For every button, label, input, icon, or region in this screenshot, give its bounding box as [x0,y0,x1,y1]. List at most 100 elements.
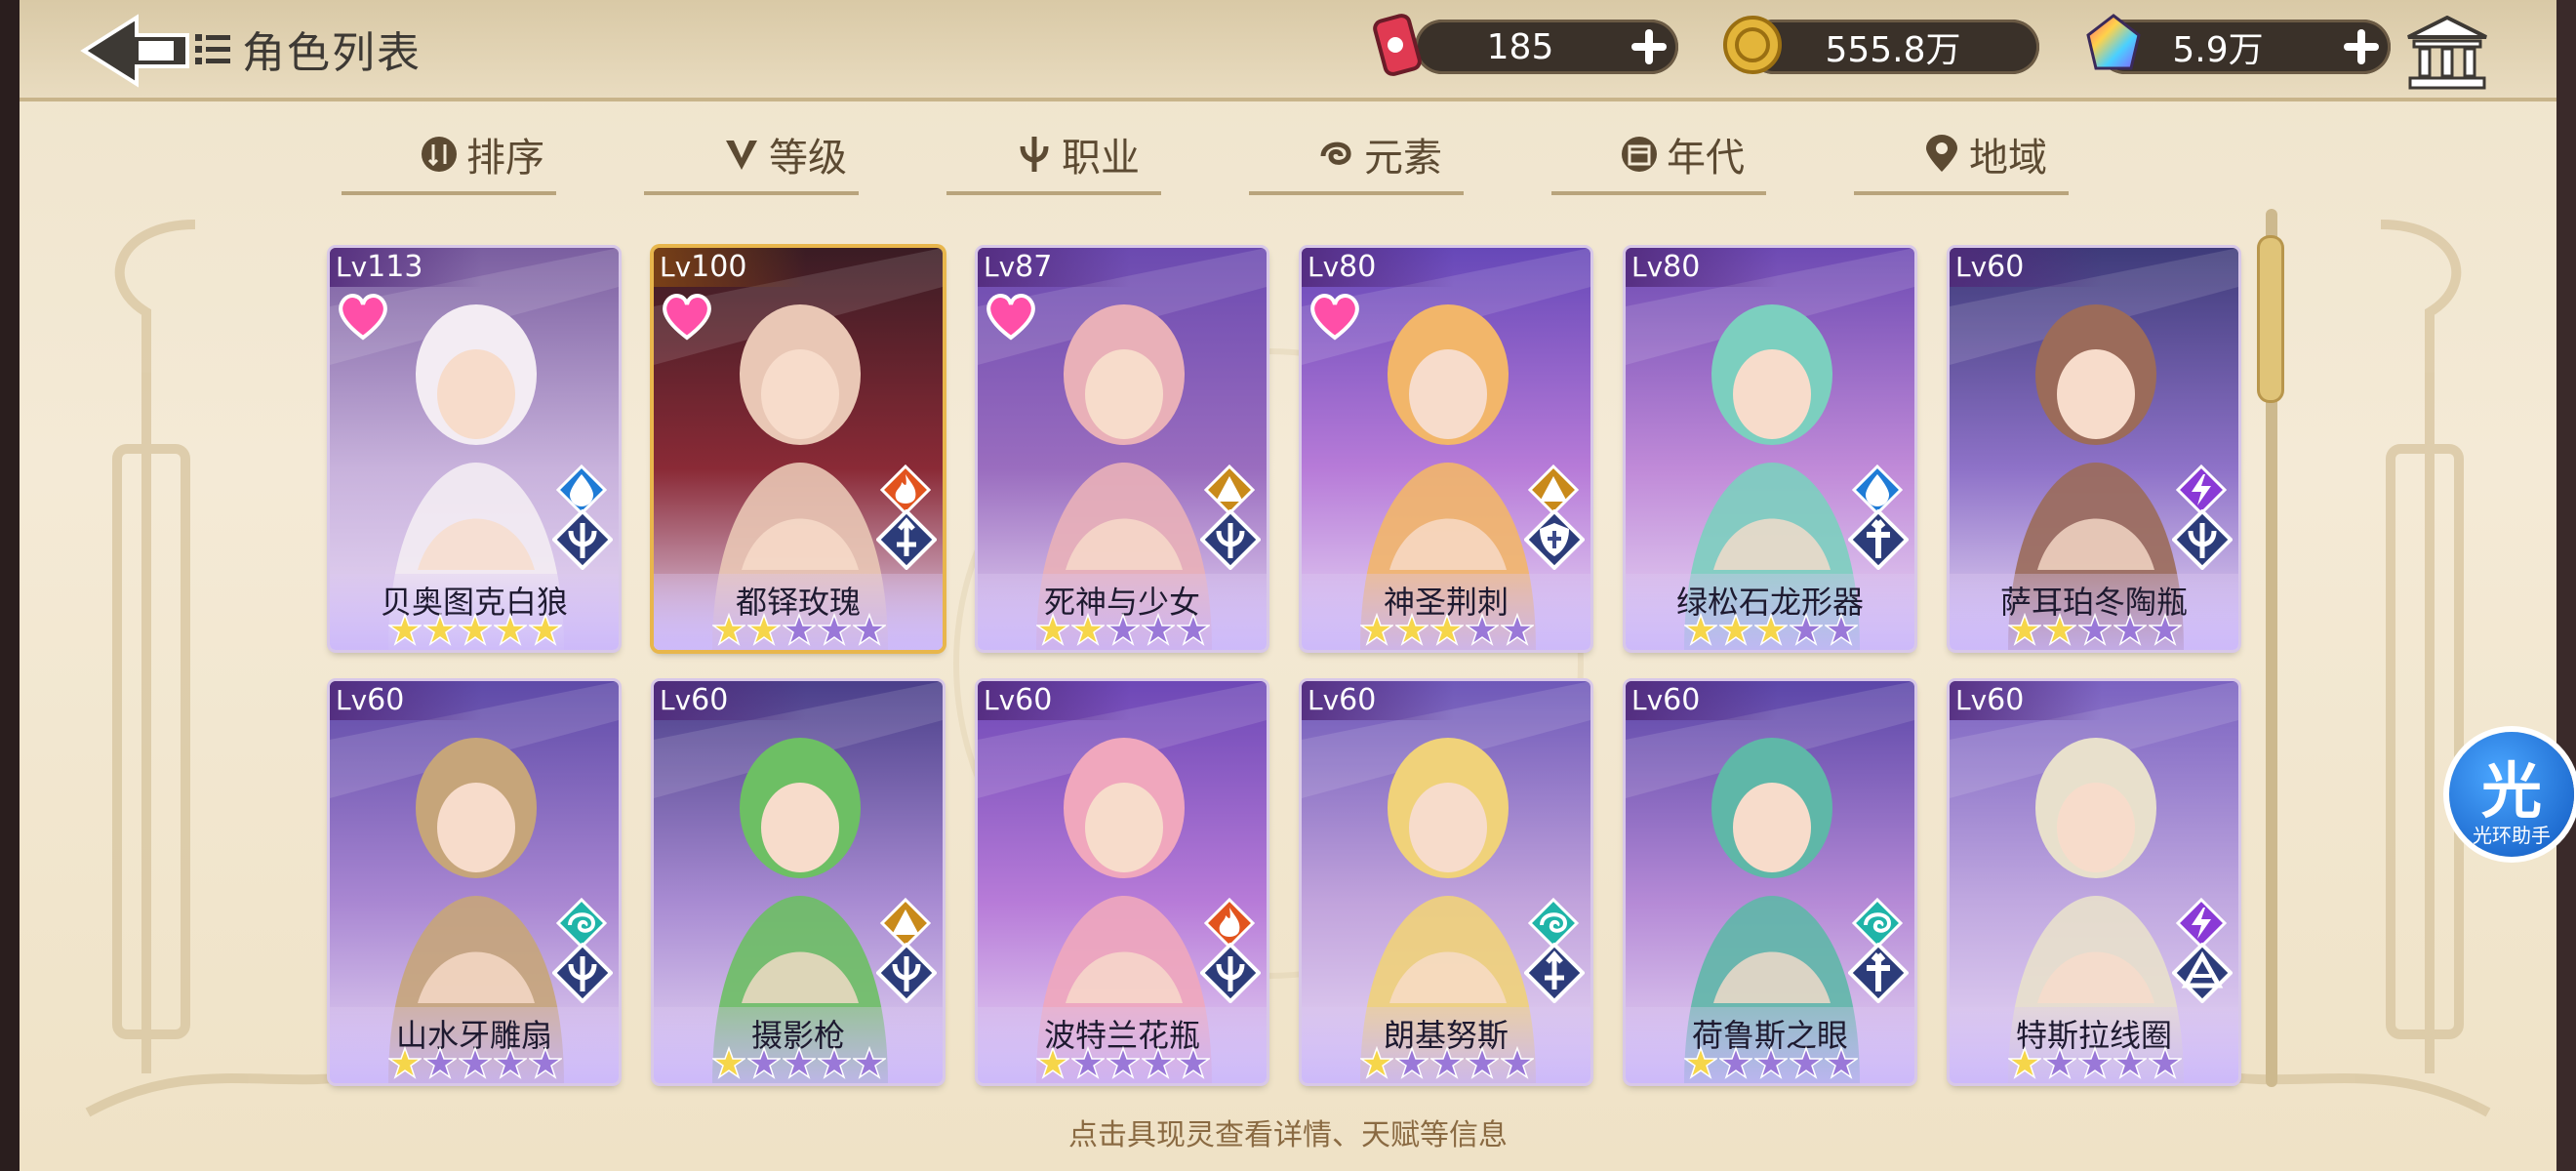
list-icon [195,34,230,64]
filter-element-label: 元素 [1364,136,1442,181]
star-empty-icon [2149,1046,2182,1079]
character-card[interactable]: Lv60 山水牙雕扇 [330,681,619,1083]
stamina-counter[interactable]: 185 [1415,20,1678,74]
level-value: 80 [1663,250,1701,284]
star-rating [1036,613,1212,646]
star-empty-icon [1107,1046,1140,1079]
helper-float-button[interactable]: 光 光环助手 [2449,732,2574,857]
character-card[interactable]: Lv60 特斯拉线圈 [1950,681,2238,1083]
character-card[interactable]: Lv60 荷鲁斯之眼 [1626,681,1914,1083]
level-value: 87 [1015,250,1053,284]
back-arrow-icon[interactable] [78,14,195,88]
element-swirl-icon [1320,141,1351,165]
character-card[interactable]: Lv100 都铎玫瑰 [654,248,943,650]
star-filled-icon [1430,613,1464,646]
level-value: 100 [691,250,747,284]
filter-sort[interactable]: 排序 [420,125,544,183]
star-empty-icon [783,613,816,646]
add-stamina-button[interactable] [1626,23,1672,70]
star-empty-icon [1825,613,1858,646]
level-badge: Lv60 [330,681,482,720]
job-shield-icon [1524,509,1585,570]
star-filled-icon [1360,613,1393,646]
level-value: 60 [691,683,729,717]
favorite-heart-icon [1310,294,1359,341]
element-wind-icon [1528,898,1579,949]
job-trident-icon [2172,509,2233,570]
character-card[interactable]: Lv80 绿松石龙形器 [1626,248,1914,650]
star-empty-icon [1719,1046,1752,1079]
filter-level[interactable]: 等级 [722,125,847,183]
star-empty-icon [529,1046,562,1079]
filter-job[interactable]: 职业 [1015,125,1140,183]
star-empty-icon [1071,1046,1105,1079]
star-empty-icon [1501,613,1534,646]
star-empty-icon [2043,1046,2076,1079]
element-fire-icon [880,464,931,515]
job-icon [1020,137,1049,172]
filter-region[interactable]: 地域 [1922,125,2047,183]
favorite-heart-icon [339,294,387,341]
star-rating [388,1046,564,1079]
filter-underline [1854,191,2069,195]
level-value: 60 [367,683,405,717]
level-badge: Lv60 [1302,681,1454,720]
filter-level-label: 等级 [769,136,847,181]
star-empty-icon [2113,1046,2147,1079]
star-empty-icon [1177,1046,1210,1079]
level-value: 60 [1015,683,1053,717]
star-empty-icon [747,1046,781,1079]
level-value: 113 [367,250,423,284]
sort-icon [422,137,457,172]
star-filled-icon [1684,1046,1717,1079]
level-value: 60 [1339,683,1377,717]
star-filled-icon [388,613,422,646]
character-card[interactable]: Lv60 波特兰花瓶 [978,681,1267,1083]
star-filled-icon [2008,613,2041,646]
star-rating [2008,1046,2184,1079]
level-badge: Lv113 [330,248,482,287]
level-v-icon [726,141,757,170]
level-badge: Lv60 [1626,681,1778,720]
scroll-thumb[interactable] [2260,238,2281,400]
star-filled-icon [388,1046,422,1079]
level-value: 80 [1339,250,1377,284]
job-cross-icon [1848,509,1909,570]
star-rating [2008,613,2184,646]
gold-coin-icon [1723,16,1782,74]
level-value: 60 [1663,683,1701,717]
helper-label: 光环助手 [2473,824,2551,847]
star-filled-icon [1036,1046,1069,1079]
star-empty-icon [2149,613,2182,646]
character-card[interactable]: Lv60 萨耳珀冬陶瓶 [1950,248,2238,650]
character-card[interactable]: Lv113 贝奥图克白狼 [330,248,619,650]
character-card[interactable]: Lv60 朗基努斯 [1302,681,1590,1083]
job-trident-icon [1200,509,1261,570]
filter-era[interactable]: 年代 [1620,125,1745,183]
job-trident-icon [876,943,937,1003]
filter-era-label: 年代 [1667,136,1745,181]
star-empty-icon [1395,1046,1429,1079]
job-trident-icon [552,509,613,570]
star-rating [388,613,564,646]
level-badge: Lv80 [1302,248,1454,287]
gold-value: 555.8万 [1825,30,1961,70]
add-gems-button[interactable] [2338,23,2385,70]
helper-glyph: 光 [2480,755,2542,827]
element-thunder-icon [2176,464,2227,515]
star-empty-icon [818,613,851,646]
character-card[interactable]: Lv80 神圣荆刺 [1302,248,1590,650]
gold-counter[interactable]: 555.8万 [1747,20,2039,74]
character-card[interactable]: Lv60 摄影枪 [654,681,943,1083]
star-rating [1684,1046,1860,1079]
star-empty-icon [1790,1046,1823,1079]
bank-icon[interactable] [2406,16,2488,90]
element-water-icon [1852,464,1903,515]
star-filled-icon [712,1046,745,1079]
element-wind-icon [556,898,607,949]
filter-element[interactable]: 元素 [1317,125,1442,183]
star-filled-icon [1036,613,1069,646]
star-empty-icon [1466,613,1499,646]
character-card[interactable]: Lv87 死神与少女 [978,248,1267,650]
stamina-value: 185 [1486,26,1554,67]
